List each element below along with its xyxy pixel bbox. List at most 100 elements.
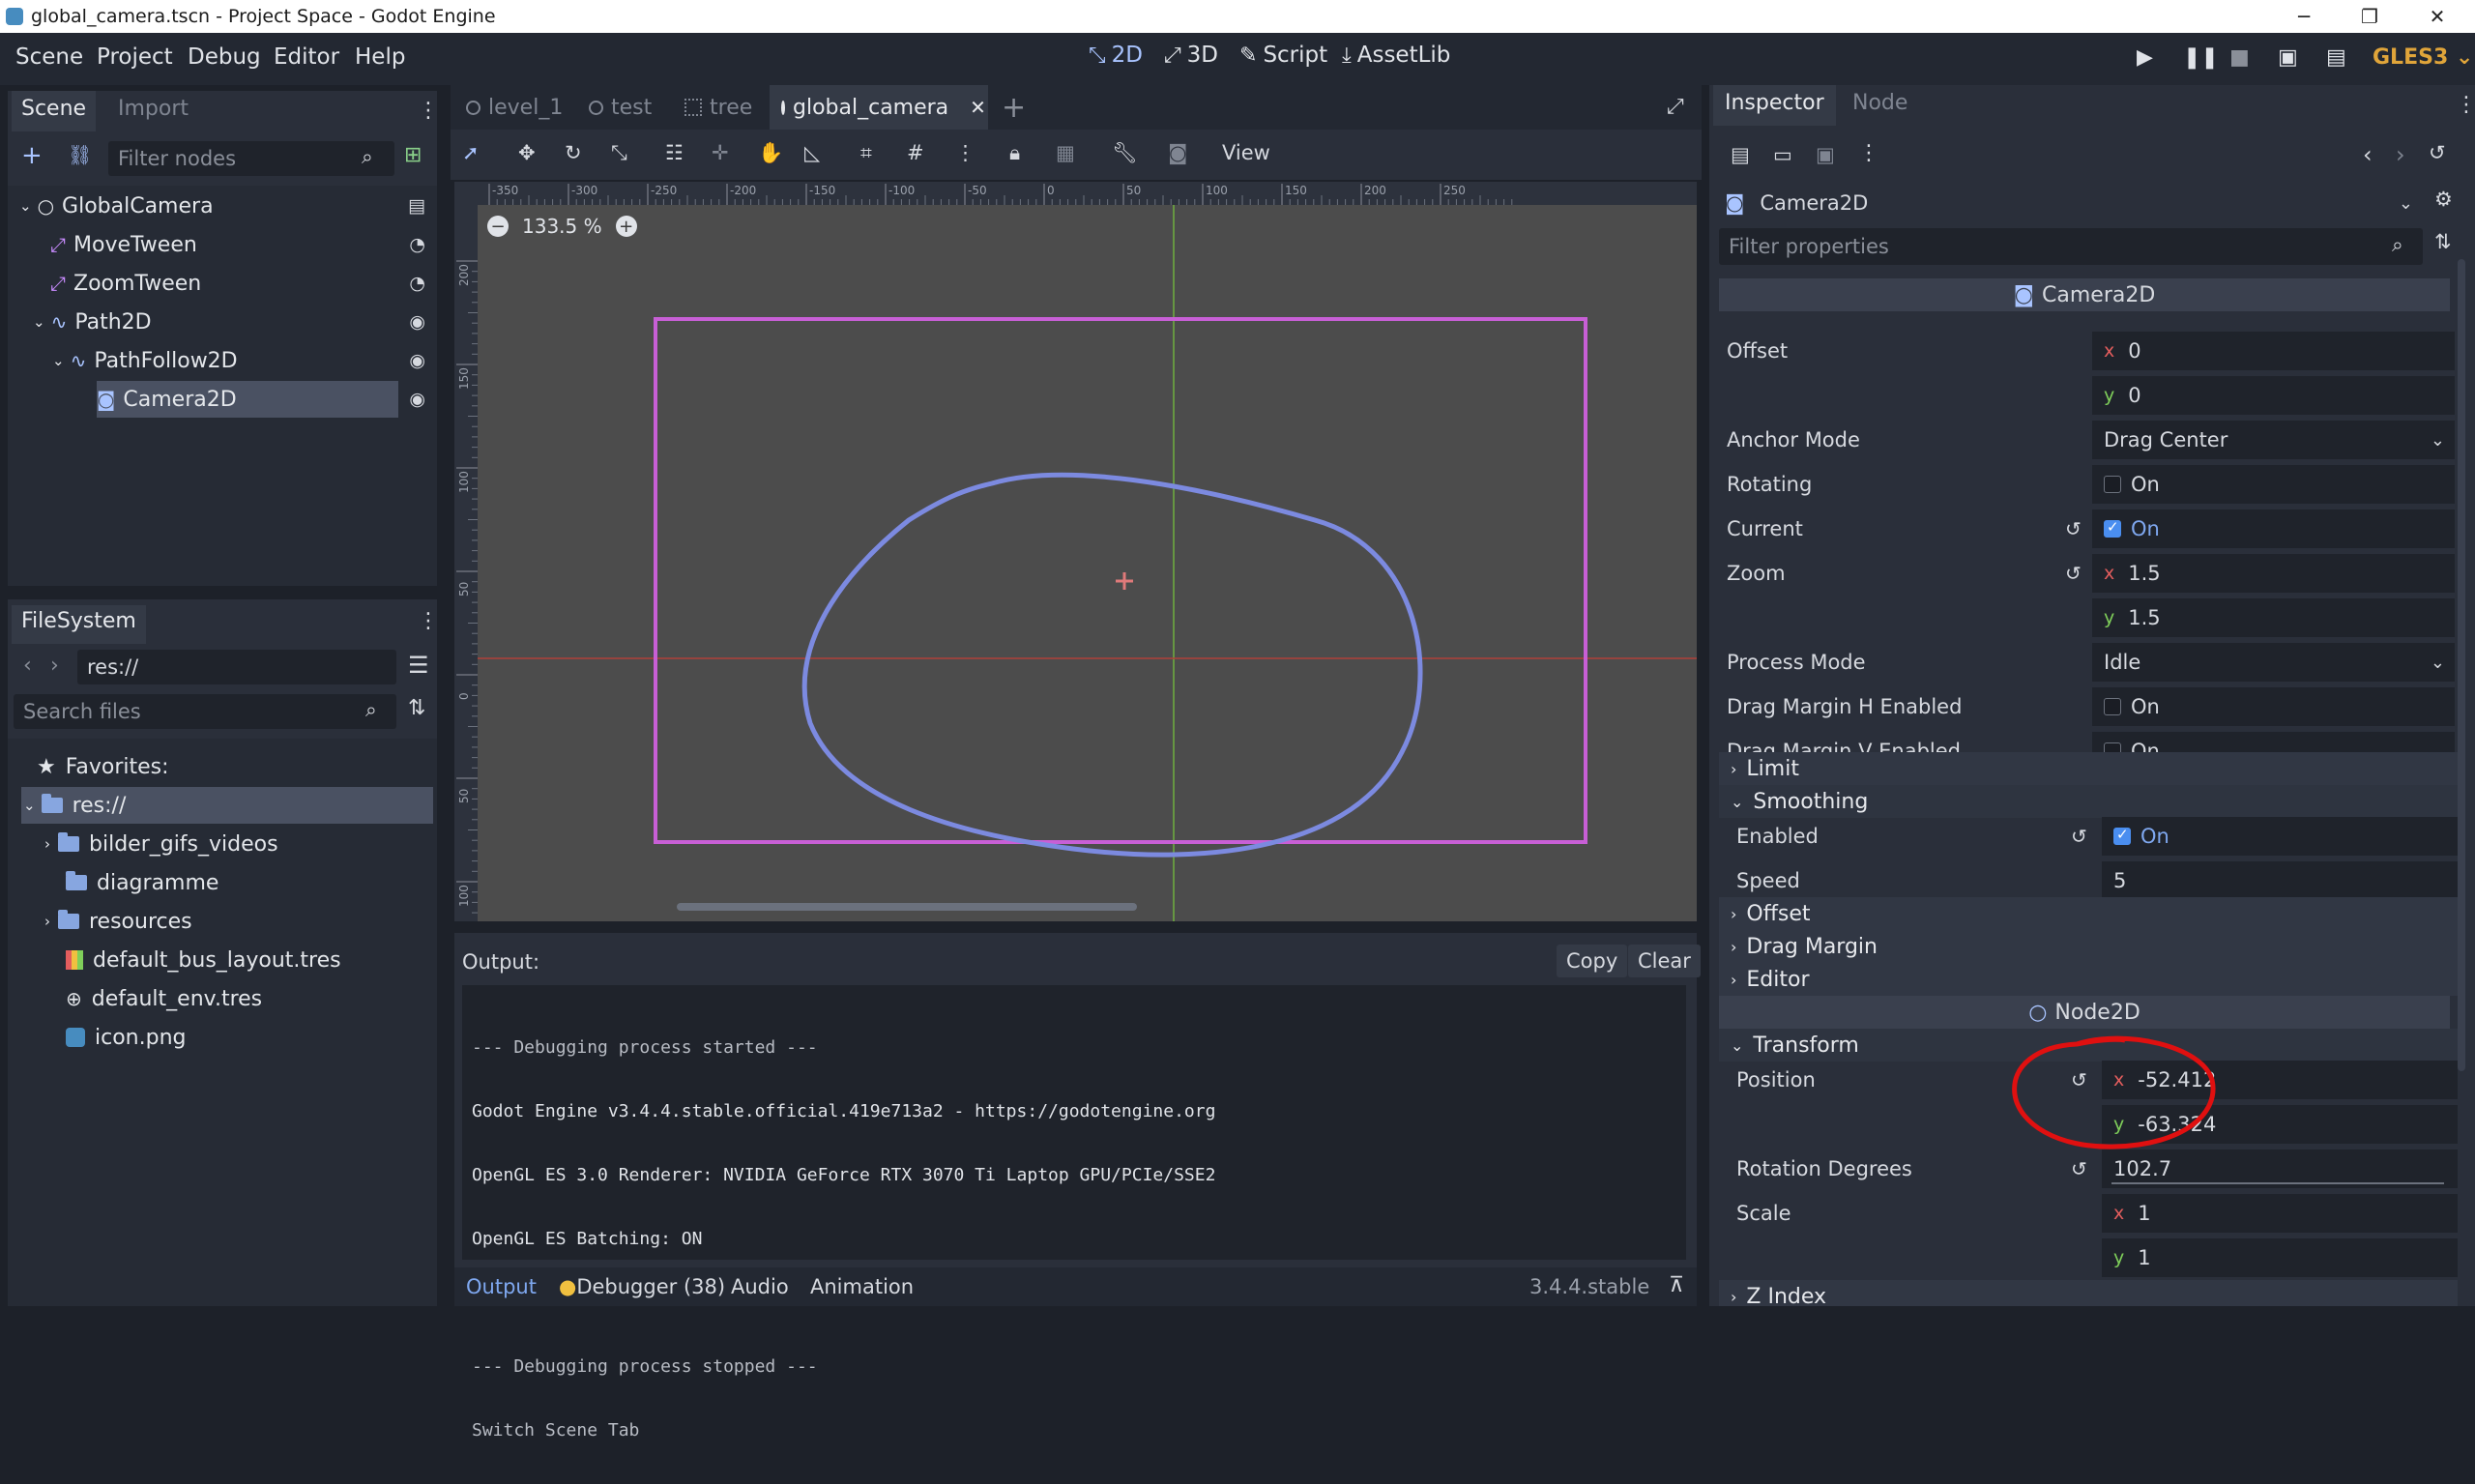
- pivot-icon[interactable]: ✛: [712, 141, 729, 164]
- tree-node-camera2d[interactable]: ◙ Camera2D ◉: [19, 381, 435, 418]
- add-node-icon[interactable]: +: [21, 141, 43, 170]
- scale-x-field[interactable]: x1: [2102, 1194, 2458, 1233]
- tab-filesystem[interactable]: FileSystem: [12, 605, 146, 644]
- rotating-checkbox[interactable]: On: [2092, 465, 2455, 504]
- favorites-item[interactable]: ★ Favorites:: [37, 748, 433, 785]
- inspector-scrollbar[interactable]: [2458, 259, 2465, 1071]
- canvas-viewport[interactable]: − 133.5 % +: [454, 182, 1697, 921]
- new-resource-icon[interactable]: ▤: [1731, 143, 1750, 166]
- grid-snap-icon[interactable]: #: [907, 141, 924, 164]
- scale-y-field[interactable]: y1: [2102, 1238, 2458, 1277]
- tab-import[interactable]: Import: [108, 91, 198, 131]
- close-tab-icon[interactable]: ✕: [970, 96, 986, 119]
- distraction-free-icon[interactable]: ⤢: [1667, 95, 1684, 119]
- file-default-bus-layout[interactable]: default_bus_layout.tres: [66, 942, 462, 978]
- revert-icon[interactable]: ↺: [2065, 562, 2082, 585]
- menu-scene[interactable]: Scene: [15, 44, 83, 70]
- history-forward-icon[interactable]: ›: [2396, 141, 2405, 168]
- workspace-script-button[interactable]: ✎ Script: [1239, 43, 1327, 68]
- open-folder-icon[interactable]: ▭: [1773, 143, 1792, 166]
- copy-button[interactable]: Copy: [1557, 945, 1628, 977]
- workspace-assetlib-button[interactable]: ⤓ AssetLib: [1342, 43, 1450, 68]
- ruler-mode-icon[interactable]: ◺: [804, 141, 820, 164]
- group-smoothing[interactable]: ⌄ Smoothing: [1719, 785, 2458, 818]
- tab-global-camera[interactable]: global_camera ✕: [770, 85, 988, 130]
- tree-node-movetween[interactable]: ⤢ MoveTween ◔: [19, 226, 435, 263]
- link-icon[interactable]: ⛓: [68, 143, 92, 166]
- dock-menu-icon[interactable]: ⋮: [418, 609, 439, 633]
- menu-help[interactable]: Help: [355, 44, 405, 70]
- zoom-out-icon[interactable]: −: [487, 216, 509, 237]
- property-options-icon[interactable]: ⇅: [2434, 230, 2452, 253]
- signal-icon[interactable]: ◔: [409, 273, 425, 294]
- new-tab-icon[interactable]: +: [1002, 91, 1026, 125]
- zoom-x-field[interactable]: x 1.5: [2092, 554, 2455, 593]
- file-default-env[interactable]: ⊕ default_env.tres: [66, 980, 462, 1017]
- split-view-icon[interactable]: ☰: [408, 652, 429, 679]
- offset-y-field[interactable]: y0: [2092, 376, 2455, 415]
- search-files-input[interactable]: Search files ⌕: [14, 694, 396, 729]
- pause-icon[interactable]: ❚❚: [2183, 45, 2219, 70]
- instance-scene-icon[interactable]: ⊞: [404, 143, 422, 167]
- tab-inspector[interactable]: Inspector: [1713, 85, 1836, 126]
- visibility-eye-icon[interactable]: ◉: [409, 389, 425, 410]
- tab-debugger[interactable]: ●Debugger (38): [559, 1275, 725, 1298]
- renderer-selector[interactable]: GLES3 ⌄: [2373, 45, 2473, 70]
- tree-node-globalcamera[interactable]: ⌄ ○ GlobalCamera ▤: [19, 188, 435, 224]
- file-icon-png[interactable]: icon.png: [66, 1019, 462, 1056]
- forward-icon[interactable]: ›: [50, 654, 59, 678]
- tab-node[interactable]: Node: [1841, 85, 1919, 126]
- close-window-button[interactable]: ✕: [2407, 0, 2467, 33]
- group-offset[interactable]: › Offset: [1719, 897, 2458, 930]
- select-mode-icon[interactable]: ➚: [462, 141, 480, 164]
- menu-editor[interactable]: Editor: [274, 44, 339, 70]
- drag-h-checkbox[interactable]: On: [2092, 687, 2455, 726]
- history-back-icon[interactable]: ‹: [2363, 141, 2373, 168]
- zoom-y-field[interactable]: y 1.5: [2092, 598, 2455, 637]
- group-icon[interactable]: ▦: [1056, 141, 1075, 164]
- move-mode-icon[interactable]: ✥: [518, 141, 536, 164]
- group-z-index[interactable]: › Z Index: [1719, 1280, 2458, 1306]
- dock-menu-icon[interactable]: ⋮: [418, 99, 439, 123]
- list-select-icon[interactable]: ☷: [665, 141, 684, 164]
- chevron-down-icon[interactable]: ⌄: [52, 352, 65, 369]
- minimize-button[interactable]: ─: [2274, 0, 2334, 33]
- play-scene-icon[interactable]: ▣: [2278, 45, 2298, 70]
- anchor-mode-dropdown[interactable]: Drag Center ⌄: [2092, 421, 2455, 459]
- maximize-button[interactable]: ❐: [2340, 0, 2400, 33]
- menu-debug[interactable]: Debug: [188, 44, 261, 70]
- chevron-down-icon[interactable]: ⌄: [33, 313, 45, 331]
- group-limit[interactable]: › Limit: [1719, 752, 2458, 785]
- path-input[interactable]: res://: [77, 650, 396, 684]
- object-selector[interactable]: ◙ Camera2D ⌄: [1725, 186, 2413, 220]
- tree-node-zoomtween[interactable]: ⤢ ZoomTween ◔: [19, 265, 435, 302]
- tab-tree[interactable]: tree: [673, 85, 764, 130]
- history-icon[interactable]: ↺: [2429, 141, 2446, 164]
- tab-test[interactable]: test: [577, 85, 663, 130]
- script-icon[interactable]: ▤: [408, 195, 425, 217]
- object-properties-icon[interactable]: ⚙: [2434, 188, 2453, 211]
- visibility-eye-icon[interactable]: ◉: [409, 350, 425, 371]
- rotate-mode-icon[interactable]: ↻: [565, 141, 582, 164]
- bones-icon[interactable]: 🔧︎: [1112, 141, 1138, 165]
- folder-resources[interactable]: › resources: [44, 903, 443, 940]
- tree-node-path2d[interactable]: ⌄ ∿ Path2D ◉: [19, 304, 435, 340]
- zoom-in-icon[interactable]: +: [615, 216, 637, 237]
- pan-mode-icon[interactable]: ✋: [758, 141, 783, 165]
- clear-button[interactable]: Clear: [1628, 945, 1701, 977]
- chevron-down-icon[interactable]: ⌄: [23, 797, 36, 814]
- stop-icon[interactable]: ■: [2229, 45, 2250, 70]
- rotation-degrees-slider[interactable]: 102.7: [2102, 1149, 2458, 1188]
- lock-icon[interactable]: 🔒︎: [1009, 141, 1020, 165]
- revert-icon[interactable]: ↺: [2065, 517, 2082, 540]
- zoom-level[interactable]: 133.5 %: [522, 215, 602, 238]
- tab-audio[interactable]: Audio: [731, 1275, 789, 1298]
- scale-mode-icon[interactable]: ⤡: [611, 141, 627, 165]
- workspace-3d-button[interactable]: ⤢ 3D: [1164, 43, 1218, 68]
- play-icon[interactable]: ▶: [2137, 45, 2153, 70]
- tree-node-pathfollow2d[interactable]: ⌄ ∿ PathFollow2D ◉: [19, 342, 435, 379]
- group-drag-margin[interactable]: › Drag Margin: [1719, 930, 2458, 963]
- snap-options-icon[interactable]: ⋮: [955, 141, 975, 164]
- folder-diagramme[interactable]: diagramme: [66, 864, 462, 901]
- current-checkbox[interactable]: On: [2092, 509, 2455, 548]
